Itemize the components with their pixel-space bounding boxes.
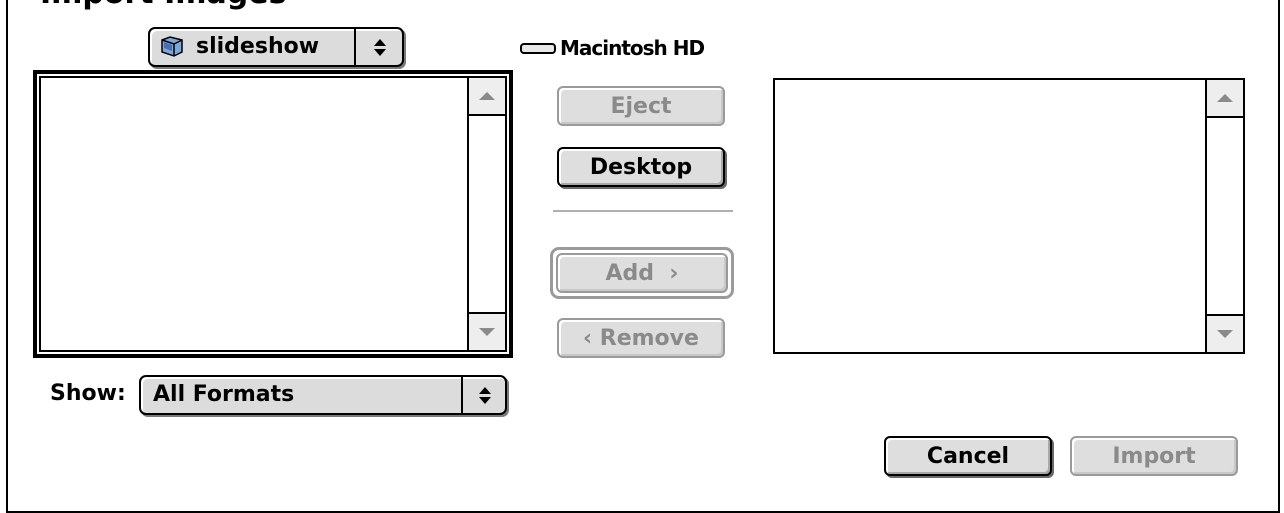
show-format-value: All Formats bbox=[153, 382, 295, 407]
import-list-scrollbar[interactable] bbox=[1205, 80, 1243, 352]
show-format-popup[interactable]: All Formats bbox=[139, 375, 507, 415]
popup-separator bbox=[354, 29, 356, 65]
cancel-button[interactable]: Cancel bbox=[884, 436, 1052, 476]
import-list[interactable] bbox=[773, 78, 1245, 354]
disk-icon bbox=[520, 42, 556, 54]
add-button[interactable]: Add › bbox=[556, 253, 728, 293]
scroll-down-arrow-icon[interactable] bbox=[1207, 314, 1243, 352]
folder-popup-label: slideshow bbox=[196, 34, 320, 59]
eject-button[interactable]: Eject bbox=[557, 86, 725, 126]
popup-arrows-icon bbox=[465, 377, 505, 413]
dialog-title-cut: Import Images bbox=[40, 0, 420, 12]
scroll-up-arrow-icon[interactable] bbox=[469, 78, 505, 116]
remove-button[interactable]: ‹ Remove bbox=[557, 318, 725, 358]
file-list-scrollbar[interactable] bbox=[467, 78, 505, 350]
volume-label: Macintosh HD bbox=[520, 36, 705, 60]
divider bbox=[553, 210, 733, 212]
folder-icon bbox=[160, 35, 184, 57]
volume-name: Macintosh HD bbox=[560, 36, 705, 60]
desktop-button[interactable]: Desktop bbox=[557, 147, 725, 187]
folder-popup[interactable]: slideshow bbox=[148, 27, 404, 67]
scroll-down-arrow-icon[interactable] bbox=[469, 312, 505, 350]
scroll-up-arrow-icon[interactable] bbox=[1207, 80, 1243, 118]
show-label: Show: bbox=[50, 381, 126, 406]
import-button[interactable]: Import bbox=[1070, 436, 1238, 476]
file-list[interactable] bbox=[39, 76, 507, 352]
popup-separator bbox=[461, 377, 463, 413]
popup-arrows-icon bbox=[360, 29, 400, 65]
